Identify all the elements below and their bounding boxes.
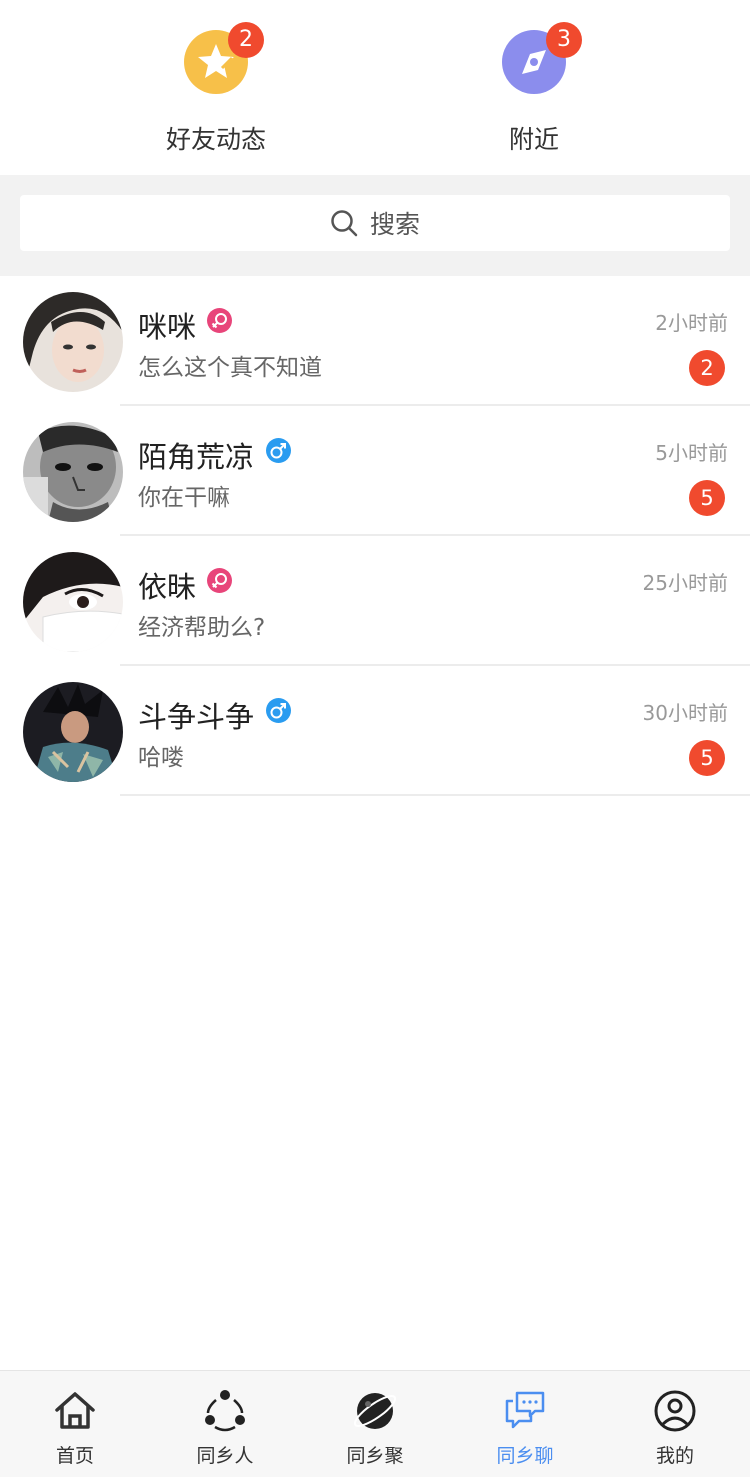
tab-home[interactable]: 首页 [0, 1371, 150, 1477]
chat-message-preview: 哈喽 [138, 745, 184, 771]
avatar[interactable] [23, 682, 123, 782]
top-shortcuts: 2 好友动态 3 附近 [0, 0, 750, 175]
tab-label: 首页 [55, 1445, 94, 1467]
compass-icon: 3 [502, 22, 582, 94]
chat-name: 斗争斗争 [138, 700, 255, 734]
female-icon [207, 308, 232, 333]
friends-feed-shortcut[interactable]: 2 好友动态 [116, 22, 316, 156]
chat-message-preview: 怎么这个真不知道 [138, 355, 322, 381]
planet-icon [353, 1393, 397, 1429]
divider [120, 794, 750, 796]
nearby-label: 附近 [508, 125, 559, 154]
chat-name: 依昧 [138, 570, 197, 604]
friends-feed-badge: 2 [228, 22, 264, 58]
tab-label: 我的 [655, 1445, 694, 1467]
nearby-badge: 3 [546, 22, 582, 58]
search-placeholder: 搜索 [369, 210, 420, 239]
tab-gathering[interactable]: 同乡聚 [300, 1371, 450, 1477]
search-section: 搜索 [0, 175, 750, 276]
tab-label: 同乡人 [196, 1445, 254, 1467]
chat-list: 咪咪 怎么这个真不知道 2小时前 2 陌角荒凉 你在干嘛 5小时前 5 依昧 经… [0, 276, 750, 796]
chat-message-preview: 你在干嘛 [138, 485, 230, 511]
home-icon [55, 1392, 95, 1429]
unread-badge: 2 [689, 350, 725, 386]
friends-feed-label: 好友动态 [165, 125, 266, 154]
female-icon [207, 568, 232, 593]
chat-name: 咪咪 [138, 310, 197, 344]
people-icon [205, 1390, 245, 1432]
chat-icon [505, 1391, 545, 1429]
search-icon [331, 210, 358, 237]
chat-name: 陌角荒凉 [138, 440, 255, 474]
chat-item[interactable]: 咪咪 怎么这个真不知道 2小时前 2 [0, 276, 750, 406]
avatar[interactable] [23, 292, 123, 392]
chat-time: 25小时前 [642, 571, 728, 595]
chat-time: 30小时前 [642, 701, 728, 725]
bottom-tab-bar: 首页 同乡人 同乡聚 同乡聊 我的 [0, 1370, 750, 1477]
unread-badge: 5 [689, 480, 725, 516]
male-icon [266, 438, 291, 463]
tab-label: 同乡聚 [346, 1445, 404, 1467]
user-icon [654, 1390, 696, 1432]
tab-townsmen[interactable]: 同乡人 [150, 1371, 300, 1477]
search-input[interactable]: 搜索 [20, 195, 730, 251]
avatar[interactable] [23, 552, 123, 652]
chat-time: 5小时前 [655, 441, 728, 465]
avatar[interactable] [23, 422, 123, 522]
tab-profile[interactable]: 我的 [600, 1371, 750, 1477]
unread-badge: 5 [689, 740, 725, 776]
male-icon [266, 698, 291, 723]
star-icon: 2 [184, 22, 264, 94]
chat-message-preview: 经济帮助么? [138, 615, 266, 641]
chat-time: 2小时前 [655, 311, 728, 335]
nearby-shortcut[interactable]: 3 附近 [434, 22, 634, 156]
chat-item[interactable]: 依昧 经济帮助么? 25小时前 [0, 536, 750, 666]
tab-chat[interactable]: 同乡聊 [450, 1371, 600, 1477]
chat-item[interactable]: 陌角荒凉 你在干嘛 5小时前 5 [0, 406, 750, 536]
tab-label: 同乡聊 [496, 1445, 554, 1467]
chat-item[interactable]: 斗争斗争 哈喽 30小时前 5 [0, 666, 750, 796]
